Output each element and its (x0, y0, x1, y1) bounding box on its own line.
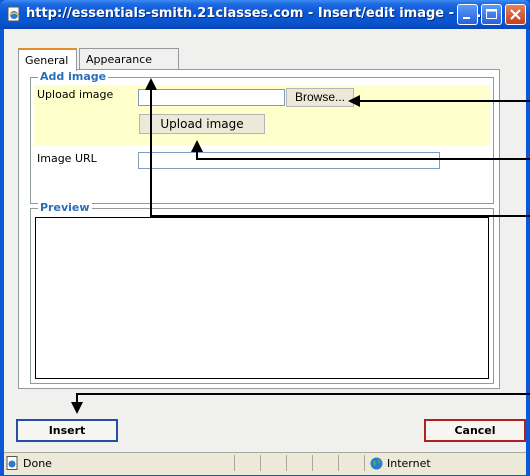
annotation-arrows (71, 78, 530, 414)
arrow-to-upload-button (191, 140, 530, 160)
arrow-to-appearance-tab (145, 78, 530, 217)
arrow-to-insert-button (71, 393, 530, 414)
arrow-to-browse (348, 95, 530, 107)
tab-general[interactable]: General (18, 48, 77, 71)
